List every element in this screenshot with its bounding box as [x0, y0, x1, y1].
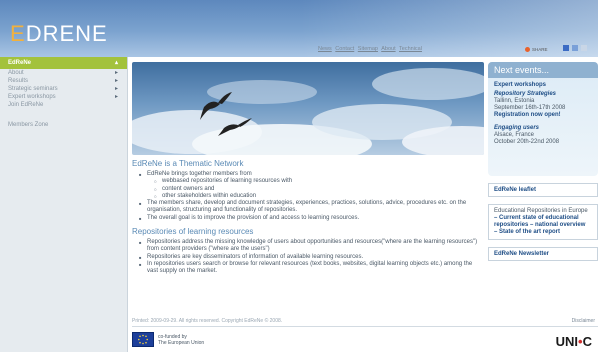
sidebar-item-expert-workshops[interactable]: Expert workshops ▸: [0, 93, 127, 101]
footer-bar: Printed: 2009-09-29. All rights reserved…: [132, 318, 598, 327]
repositories-report-text: Educational Repositories in Europe: [494, 208, 588, 214]
share-icon: [525, 46, 530, 52]
edrene-newsletter-link[interactable]: EdReNe Newsletter: [494, 251, 549, 257]
main-content: EdReNe is a Thematic Network EdReNe brin…: [132, 159, 484, 276]
event-place: Tallinn, Estonia: [494, 98, 535, 104]
sidebar-item-results[interactable]: Results ▸: [0, 77, 127, 85]
eu-cofunding-text: co-funded by The European Union: [158, 333, 205, 346]
list-item: Repositories address the missing knowled…: [139, 239, 484, 254]
feed-icon[interactable]: [581, 45, 587, 51]
list-item: In repositories users search or browse f…: [139, 261, 484, 276]
list-item: other stakeholders within education: [154, 193, 484, 201]
list-item: content owners and: [154, 186, 484, 194]
top-navigation: News Contact Sitemap About Technical: [318, 46, 424, 52]
next-events-title: Next events...: [488, 62, 598, 78]
chevron-right-icon: ▸: [114, 78, 118, 84]
nav-link-about[interactable]: About: [381, 46, 395, 52]
list-item: Repositories are key disseminators of in…: [139, 254, 484, 262]
event-link-engaging-users[interactable]: Engaging users: [494, 125, 592, 132]
sidebar-item-edrene[interactable]: EdReNe ▴: [0, 57, 127, 69]
edrene-leaflet-link[interactable]: EdReNe leaflet: [494, 187, 536, 193]
thematic-network-list-continued: The members share, develop and document …: [139, 200, 484, 223]
eu-cofunding: co-funded by The European Union: [132, 332, 204, 347]
repositories-list: Repositories address the missing knowled…: [139, 239, 484, 276]
disclaimer-link[interactable]: Disclaimer: [572, 318, 595, 324]
nav-link-sitemap[interactable]: Sitemap: [358, 46, 378, 52]
expert-workshops-heading: Expert workshops: [494, 82, 547, 88]
event-date: October 20th-22nd 2008: [494, 139, 560, 145]
state-of-art-link[interactable]: – State of the art report: [494, 229, 592, 236]
section-title-thematic-network: EdReNe is a Thematic Network: [132, 159, 244, 168]
section-title-repositories: Repositories of learning resources: [132, 227, 254, 237]
nav-link-news[interactable]: News: [318, 46, 332, 52]
list-item: EdReNe brings together members from: [139, 171, 484, 179]
eu-flag-icon: [132, 332, 154, 347]
sky-clouds-birds-illustration: [132, 68, 484, 155]
repositories-report-box: Educational Repositories in Europe – Cur…: [488, 204, 598, 240]
sky-banner-image: [132, 62, 484, 155]
members-sublist: webbased repositories of learning resour…: [154, 178, 484, 201]
nav-link-technical[interactable]: Technical: [399, 46, 422, 52]
sidebar-item-strategic-seminars[interactable]: Strategic seminars ▸: [0, 85, 127, 93]
share-button[interactable]: SHARE: [525, 44, 555, 54]
next-events-panel: Next events... Expert workshops Reposito…: [488, 62, 598, 176]
site-logo[interactable]: EDRENE: [10, 21, 108, 47]
newsletter-box: EdReNe Newsletter: [488, 247, 598, 261]
chevron-right-icon: ▸: [114, 86, 118, 92]
sidebar-item-members-zone[interactable]: Members Zone: [0, 122, 127, 128]
list-item: The members share, develop and document …: [139, 200, 484, 215]
print-icon[interactable]: [563, 45, 569, 51]
printed-copyright: Printed: 2009-09-29. All rights reserved…: [132, 318, 283, 324]
sidebar-item-join-edrene[interactable]: Join EdReNe: [0, 101, 127, 109]
chevron-right-icon: ▸: [114, 70, 118, 76]
sidebar: EdReNe ▴ About ▸ Results ▸ Strategic semin…: [0, 57, 128, 352]
current-state-link[interactable]: – Current state of educational repositor…: [494, 215, 592, 229]
leaflet-box: EdReNe leaflet: [488, 183, 598, 197]
toolbar-icons: [563, 45, 587, 51]
chevron-up-icon: ▴: [114, 60, 118, 66]
event-date: September 16th-17th 2008: [494, 105, 566, 111]
share-label: SHARE: [532, 46, 548, 52]
sidebar-item-about[interactable]: About ▸: [0, 69, 127, 77]
event-link-repository-strategies[interactable]: Repository Strategies: [494, 91, 592, 98]
chevron-right-icon: ▸: [114, 94, 118, 100]
email-icon[interactable]: [572, 45, 578, 51]
right-column: Next events... Expert workshops Reposito…: [488, 62, 598, 261]
unic-logo[interactable]: UNI•C: [556, 334, 592, 349]
list-item: webbased repositories of learning resour…: [154, 178, 484, 186]
registration-link[interactable]: Registration now open!: [494, 112, 592, 119]
event-place: Alsace, France: [494, 132, 535, 138]
site-header: EDRENE: [0, 0, 598, 57]
nav-link-contact[interactable]: Contact: [335, 46, 354, 52]
list-item: The overall goal is to improve the provi…: [139, 215, 484, 223]
thematic-network-list: EdReNe brings together members from: [139, 171, 484, 179]
